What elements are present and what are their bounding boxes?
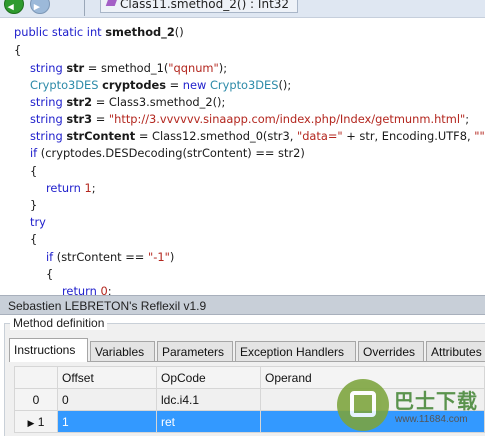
code-view[interactable]: public static int smethod_2() { string s…: [0, 18, 485, 295]
code-line: if (strContent == "-1"): [46, 250, 175, 264]
method-definition-label: Method definition: [10, 316, 108, 330]
method-tab[interactable]: Class11.smethod_2() : Int32: [100, 0, 299, 13]
watermark-url: www.11684.com: [395, 414, 468, 425]
forward-arrow-icon[interactable]: ▸: [30, 0, 50, 14]
row-index: ▶ 1: [14, 410, 58, 433]
row-index: 0: [14, 388, 58, 411]
opcode-cell[interactable]: ldc.i4.1: [156, 388, 261, 411]
offset-cell[interactable]: 1: [57, 410, 157, 433]
code-line: return 1;: [46, 181, 96, 195]
code-line: }: [30, 198, 38, 212]
back-arrow-icon[interactable]: ◂: [4, 0, 24, 14]
grid-corner: [14, 366, 58, 389]
code-line: public static int smethod_2(): [14, 25, 184, 39]
column-header-opcode[interactable]: OpCode: [156, 366, 261, 389]
toolbar: ◂ ▸ Class11.smethod_2() : Int32: [0, 0, 485, 18]
code-line: string strContent = Class12.smethod_0(st…: [30, 129, 485, 143]
tab-overrides[interactable]: Overrides: [358, 341, 424, 361]
opcode-cell[interactable]: ret: [156, 410, 261, 433]
code-line: {: [30, 232, 38, 246]
code-line: string str3 = "http://3.vvvvvv.sinaapp.c…: [30, 112, 470, 126]
code-line: string str = smethod_1("qqnum");: [30, 61, 228, 75]
code-line: try: [30, 215, 46, 229]
code-line: Crypto3DES cryptodes = new Crypto3DES();: [30, 78, 292, 92]
watermark: 巴士下载 www.11684.com: [337, 377, 483, 433]
watermark-brand: 巴士下载: [394, 391, 478, 413]
offset-cell[interactable]: 0: [57, 388, 157, 411]
tab-variables[interactable]: Variables: [90, 341, 155, 361]
method-tab-label: Class11.smethod_2() : Int32: [120, 0, 290, 11]
tab-attributes[interactable]: Attributes: [426, 341, 485, 361]
reflexil-panel-title: Sebastien LEBRETON's Reflexil v1.9: [0, 295, 485, 315]
code-line: if (cryptodes.DESDecoding(strContent) ==…: [30, 146, 305, 160]
tab-parameters[interactable]: Parameters: [157, 341, 233, 361]
method-icon: [105, 0, 118, 6]
column-header-offset[interactable]: Offset: [57, 366, 157, 389]
tab-instructions[interactable]: Instructions: [9, 338, 88, 362]
code-line: return 0;: [62, 284, 112, 295]
code-line: {: [14, 43, 22, 57]
row-pointer-icon: ▶: [27, 417, 35, 428]
tab-exception-handlers[interactable]: Exception Handlers: [235, 341, 356, 361]
watermark-logo-icon: [337, 379, 389, 431]
toolbar-separator: [84, 0, 85, 16]
code-line: {: [30, 164, 38, 178]
code-line: string str2 = Class3.smethod_2();: [30, 95, 226, 109]
code-line: {: [46, 267, 54, 281]
